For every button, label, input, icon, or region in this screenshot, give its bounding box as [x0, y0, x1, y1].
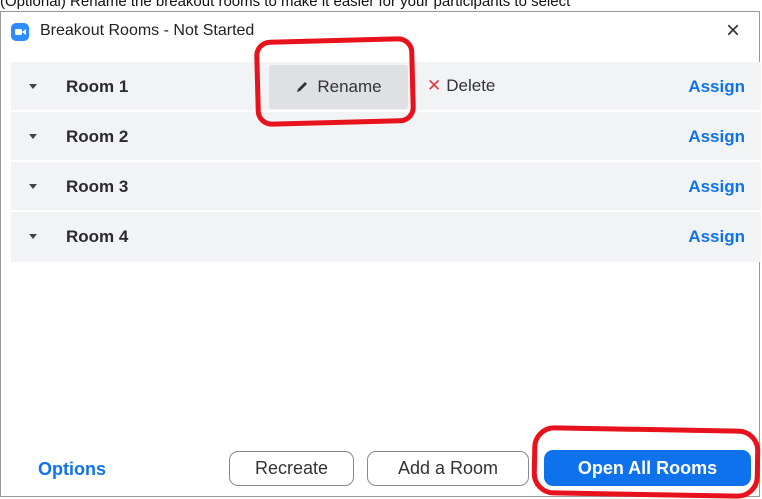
delete-button[interactable]: ✕ Delete — [427, 76, 495, 96]
caret-down-icon[interactable] — [29, 184, 37, 189]
options-link[interactable]: Options — [38, 459, 106, 480]
room-name: Room 2 — [66, 127, 129, 146]
assign-link[interactable]: Assign — [688, 127, 745, 147]
caret-down-icon[interactable] — [29, 234, 37, 239]
assign-link[interactable]: Assign — [688, 77, 745, 97]
annotation-circle-rename — [253, 35, 417, 128]
room-row[interactable]: Room 4 Assign — [11, 212, 761, 262]
assign-link[interactable]: Assign — [688, 227, 745, 247]
caret-down-icon[interactable] — [29, 84, 37, 89]
room-name: Room 4 — [66, 227, 129, 246]
window-title: Breakout Rooms - Not Started — [40, 22, 255, 39]
zoom-app-icon — [11, 23, 29, 41]
add-room-button[interactable]: Add a Room — [367, 451, 529, 486]
delete-label: Delete — [446, 76, 496, 95]
room-name: Room 3 — [66, 177, 129, 196]
assign-link[interactable]: Assign — [688, 177, 745, 197]
caret-down-icon[interactable] — [29, 134, 37, 139]
delete-x-icon: ✕ — [427, 76, 442, 95]
recreate-button[interactable]: Recreate — [229, 451, 354, 486]
close-icon[interactable]: × — [721, 17, 745, 45]
room-row[interactable]: Room 3 Assign — [11, 162, 761, 212]
annotation-circle-open-all — [531, 425, 761, 499]
room-name: Room 1 — [66, 77, 129, 96]
